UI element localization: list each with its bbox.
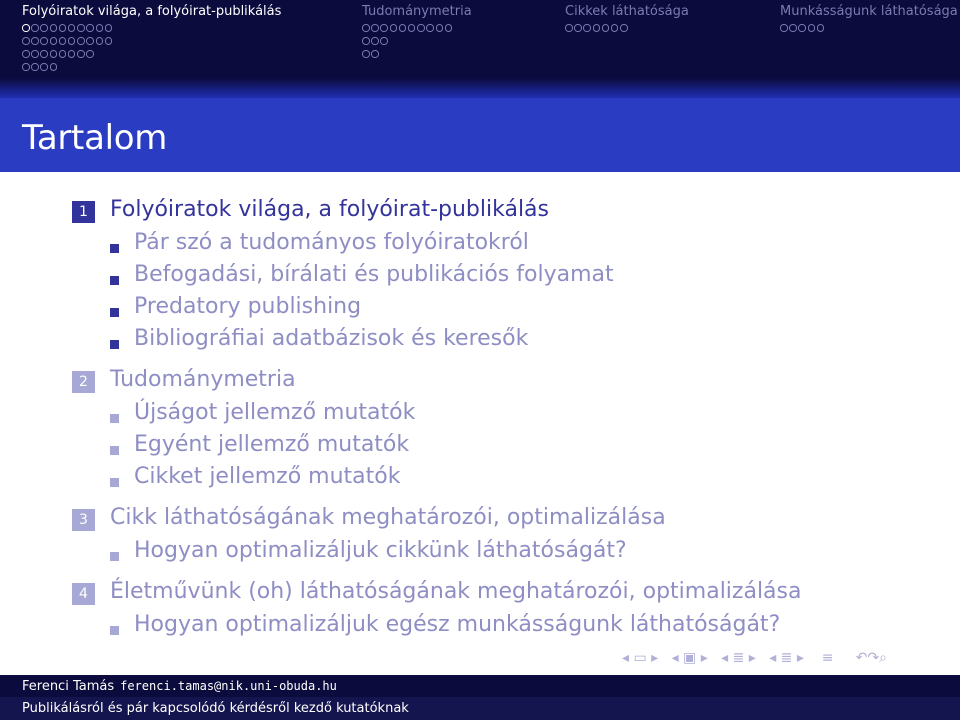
nav-section-4[interactable]: Munkásságunk láthatósága [780,4,958,19]
author-name: Ferenci Tamás [22,679,115,694]
footer-title-bar: Publikálásról és pár kapcsolódó kérdésrő… [0,697,960,720]
forward-icon[interactable]: ↷ [867,650,879,666]
toc-subsection-label[interactable]: Egyént jellemző mutatók [134,432,409,457]
talk-title: Publikálásról és pár kapcsolódó kérdésrő… [22,701,409,716]
toc-subsection-label[interactable]: Hogyan optimalizáljuk egész munkásságunk… [134,612,780,637]
footer-author-line: Ferenci Tamás ferenci.tamas@nik.uni-obuda… [22,679,337,694]
prev-slide-icon[interactable]: ◂ [622,650,629,666]
nav-section-1[interactable]: Folyóiratok világa, a folyóirat-publikál… [22,4,281,19]
toc-subsection-label[interactable]: Cikket jellemző mutatók [134,464,400,489]
nav-section-3[interactable]: Cikkek láthatósága [565,4,689,19]
square-bullet-icon [110,414,119,423]
square-bullet-icon [110,552,119,561]
section-number-badge: 3 [72,509,95,531]
next-frame-icon[interactable]: ▸ [701,650,708,666]
toc-section-title[interactable]: Cikk láthatóságának meghatározói, optima… [110,505,666,530]
section-number-badge: 1 [72,201,95,223]
nav-dots-row[interactable] [565,24,629,32]
slide-frame-icon[interactable]: ▭ [629,650,651,666]
square-bullet-icon [110,446,119,455]
frame-icon[interactable]: ▣ [679,650,701,666]
nav-dots-row[interactable] [22,50,96,58]
square-bullet-icon [110,276,119,285]
nav-dots-row[interactable] [780,24,826,32]
document-icon[interactable]: ≡ [822,650,834,666]
toc-subsection-label[interactable]: Predatory publishing [134,294,361,319]
square-bullet-icon [110,308,119,317]
search-icon[interactable]: ⌕ [879,650,887,666]
nav-dots-row[interactable] [22,24,114,32]
square-bullet-icon [110,478,119,487]
toc-subsection-label[interactable]: Hogyan optimalizáljuk cikkünk láthatóság… [134,538,627,563]
next-section-icon[interactable]: ▸ [797,650,804,666]
next-slide-icon[interactable]: ▸ [651,650,658,666]
beamer-navigation-symbols: ◂ ▭ ▸ ◂ ▣ ▸ ◂ ≣ ▸ ◂ ≣ ▸ ≡ ↶↷⌕ [622,650,887,670]
next-subsection-icon[interactable]: ▸ [749,650,756,666]
square-bullet-icon [110,244,119,253]
toc-section-title[interactable]: Folyóiratok világa, a folyóirat-publikál… [110,197,549,222]
header-navigation: Folyóiratok világa, a folyóirat-publikál… [0,0,960,78]
prev-frame-icon[interactable]: ◂ [672,650,679,666]
toc-section-title[interactable]: Tudománymetria [110,367,296,392]
frame-title-bar: Tartalom [0,98,960,172]
title-gradient [0,78,960,98]
section-number-badge: 4 [72,583,95,605]
nav-dots-row[interactable] [362,24,454,32]
author-email: ferenci.tamas@nik.uni-obuda.hu [120,679,337,693]
nav-dots-row[interactable] [22,37,114,45]
toc-subsection-label[interactable]: Újságot jellemző mutatók [134,400,415,425]
section-icon[interactable]: ≣ [776,650,797,666]
nav-dots-row[interactable] [22,63,59,71]
square-bullet-icon [110,340,119,349]
nav-dots-row[interactable] [362,37,390,45]
square-bullet-icon [110,626,119,635]
toc-section-title[interactable]: Életművünk (oh) láthatóságának meghatáro… [110,579,802,604]
frame-title: Tartalom [22,118,168,158]
toc-subsection-label[interactable]: Bibliográfiai adatbázisok és keresők [134,326,528,351]
nav-section-2[interactable]: Tudománymetria [362,4,472,19]
nav-dots-row[interactable] [362,50,380,58]
footer-author-bar: Ferenci Tamás ferenci.tamas@nik.uni-obuda… [0,675,960,697]
back-icon[interactable]: ↶ [856,650,868,666]
section-number-badge: 2 [72,371,95,393]
toc-subsection-label[interactable]: Pár szó a tudományos folyóiratokról [134,230,529,255]
toc-subsection-label[interactable]: Befogadási, bírálati és publikációs foly… [134,262,614,287]
frame-dot[interactable] [22,24,30,32]
subsection-icon[interactable]: ≣ [728,650,749,666]
